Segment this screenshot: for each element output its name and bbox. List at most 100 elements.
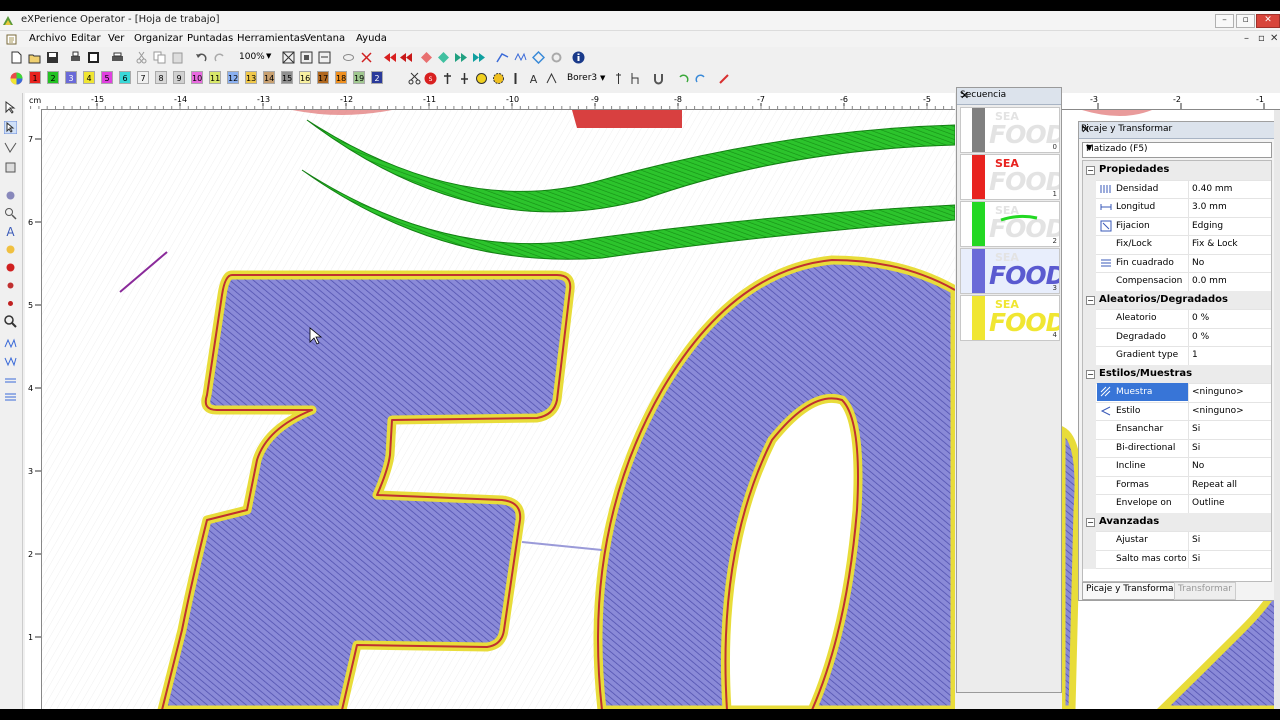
color-swatch[interactable]: 1 (29, 71, 41, 84)
property-value[interactable]: No (1192, 258, 1204, 268)
property-value[interactable]: Si (1192, 535, 1200, 545)
menu-editar[interactable]: Editar (71, 33, 101, 44)
property-category[interactable]: − Propiedades (1083, 161, 1271, 181)
property-row[interactable]: Fix/Lock Fix & Lock (1083, 235, 1271, 255)
wave-icon[interactable] (514, 51, 527, 64)
font-selector[interactable]: Borer3 (567, 73, 597, 83)
needle-icon[interactable] (441, 72, 454, 85)
property-value[interactable]: Edging (1192, 221, 1223, 231)
text-icon[interactable]: A (527, 72, 540, 85)
property-row[interactable]: Fijacion Edging (1083, 216, 1271, 236)
tab-transformar[interactable]: Transformar (1174, 582, 1236, 600)
pin-icon[interactable] (509, 72, 522, 85)
color-swatch[interactable]: 11 (209, 71, 221, 84)
property-row[interactable]: Degradado 0 % (1083, 327, 1271, 347)
property-category[interactable]: − Avanzadas (1083, 512, 1271, 532)
tie-icon[interactable] (458, 72, 471, 85)
color-wheel-icon[interactable] (10, 72, 23, 85)
property-value[interactable]: 0.0 mm (1192, 276, 1227, 286)
stitch-type-2-icon[interactable] (4, 355, 17, 368)
color-swatch[interactable]: 15 (281, 71, 293, 84)
color-swatch[interactable]: 7 (137, 71, 149, 84)
zoom-tool-icon[interactable] (4, 207, 17, 220)
stitch-type-3-icon[interactable] (4, 373, 17, 386)
property-row[interactable]: Estilo <ninguno> (1083, 401, 1271, 421)
property-row[interactable]: Formas Repeat all (1083, 475, 1271, 495)
close-icon[interactable]: ✕ (960, 89, 1057, 102)
color-swatch[interactable]: 9 (173, 71, 185, 84)
stitch-edit-icon[interactable] (4, 141, 17, 154)
property-value[interactable]: 0 % (1192, 332, 1209, 342)
collapse-toggle-icon[interactable]: − (1086, 166, 1095, 175)
vertical-scrollbar[interactable] (1274, 110, 1280, 709)
color-swatch[interactable]: 4 (83, 71, 95, 84)
last-stitch-icon[interactable] (472, 51, 485, 64)
color-swatch[interactable]: 6 (119, 71, 131, 84)
new-icon[interactable] (10, 51, 23, 64)
property-value[interactable]: 0.40 mm (1192, 184, 1232, 194)
close-button[interactable]: ✕ (1256, 14, 1280, 28)
monogram-icon[interactable] (545, 72, 558, 85)
diamond-icon[interactable] (532, 51, 545, 64)
sequence-item[interactable]: SEA FOOD 4 (960, 295, 1060, 341)
property-row[interactable]: Salto mas corto Si (1083, 549, 1271, 569)
fill-tool-icon[interactable] (4, 161, 17, 174)
embroidery-design[interactable] (42, 110, 955, 709)
menu-organizar[interactable]: Organizar (134, 33, 183, 44)
first-stitch-icon[interactable] (384, 51, 397, 64)
shape-tool-icon[interactable] (4, 189, 17, 202)
property-row[interactable]: Incline No (1083, 457, 1271, 477)
mdi-restore-button[interactable]: ▫ (1258, 33, 1265, 44)
collapse-toggle-icon[interactable]: − (1086, 369, 1095, 379)
property-value[interactable]: <ninguno> (1192, 387, 1244, 397)
property-row[interactable]: Ensanchar Si (1083, 420, 1271, 440)
marker-tool-icon[interactable] (4, 279, 17, 292)
color-swatch[interactable]: 16 (299, 71, 311, 84)
scissors-icon[interactable] (408, 72, 421, 85)
record-tool-icon[interactable] (4, 261, 17, 274)
zoom-window-icon[interactable] (300, 51, 313, 64)
zoom-fit-icon[interactable] (282, 51, 295, 64)
font-dropdown-icon[interactable]: ▼ (600, 74, 605, 82)
view-icon[interactable] (342, 51, 355, 64)
undo-icon[interactable] (195, 51, 208, 64)
mdi-minimize-button[interactable]: – (1244, 33, 1249, 44)
letter-o-edge[interactable] (1062, 426, 1082, 709)
property-row[interactable]: Compensacion 0.0 mm (1083, 272, 1271, 292)
property-row[interactable]: Longitud 3.0 mm (1083, 198, 1271, 218)
property-value[interactable]: No (1192, 461, 1204, 471)
prev-stitch-icon[interactable] (400, 51, 413, 64)
property-value[interactable]: 0 % (1192, 313, 1209, 323)
export-icon[interactable] (87, 51, 100, 64)
property-category[interactable]: − Estilos/Muestras (1083, 364, 1271, 384)
rotate-left-icon[interactable] (677, 72, 690, 85)
stitch-icon[interactable] (420, 51, 433, 64)
property-value[interactable]: Fix & Lock (1192, 239, 1238, 249)
stitch-type-select[interactable]: Matizado (F5) ▼ (1082, 142, 1272, 158)
copy-icon[interactable] (153, 51, 166, 64)
property-value[interactable]: 1 (1192, 350, 1198, 360)
property-row[interactable]: Envelope on Outline (1083, 494, 1271, 514)
color-swatch[interactable]: 3 (65, 71, 77, 84)
color-swatch[interactable]: 17 (317, 71, 329, 84)
text-tool-icon[interactable]: A (4, 225, 17, 238)
sequence-item[interactable]: SEA FOOD 2 (960, 201, 1060, 247)
property-value[interactable]: Repeat all (1192, 480, 1237, 490)
color-swatch[interactable]: 10 (191, 71, 203, 84)
property-value[interactable]: 3.0 mm (1192, 202, 1227, 212)
pen-icon[interactable] (718, 72, 731, 85)
property-row[interactable]: Aleatorio 0 % (1083, 309, 1271, 329)
maximize-button[interactable]: ▫ (1236, 14, 1255, 28)
info-icon[interactable] (572, 51, 585, 64)
design-canvas[interactable] (42, 110, 955, 709)
color-swatch[interactable]: 19 (353, 71, 365, 84)
property-value[interactable]: Si (1192, 554, 1200, 564)
property-value[interactable]: Si (1192, 424, 1200, 434)
property-row[interactable]: Ajustar Si (1083, 531, 1271, 551)
point-tool-icon[interactable] (4, 297, 17, 310)
color-swatch[interactable]: 2 (371, 71, 383, 84)
hide-icon[interactable] (360, 51, 373, 64)
zoom-page-icon[interactable] (318, 51, 331, 64)
property-value[interactable]: Outline (1192, 498, 1225, 508)
property-row[interactable]: Densidad 0.40 mm (1083, 179, 1271, 199)
